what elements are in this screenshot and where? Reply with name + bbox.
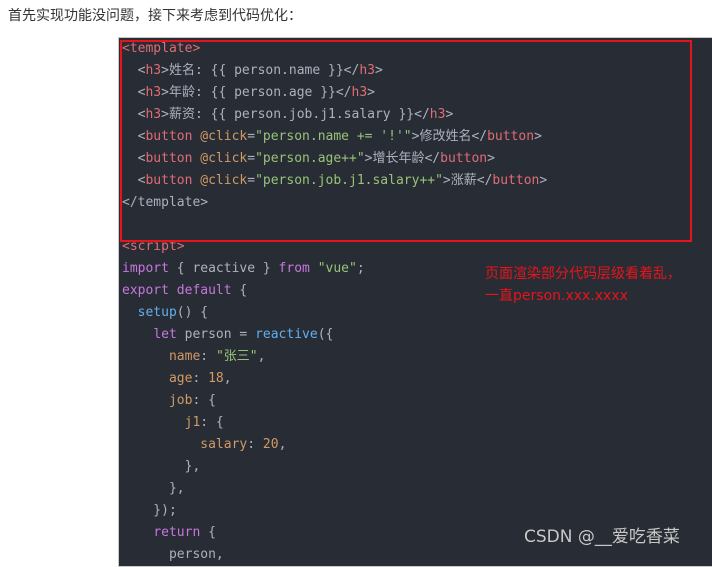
- code-token: ,: [278, 437, 287, 452]
- code-token: reactive: [255, 327, 318, 342]
- code-line: return {: [122, 522, 547, 544]
- code-token: ,: [257, 349, 266, 364]
- template-highlight-box: [120, 40, 692, 242]
- code-token: },: [122, 481, 185, 496]
- code-token: });: [122, 503, 177, 518]
- code-line: name: "张三",: [122, 346, 547, 368]
- code-token: ({: [317, 327, 334, 342]
- code-line: person,: [122, 544, 547, 566]
- code-line: import { reactive } from "vue";: [122, 258, 547, 280]
- code-token: : {: [200, 415, 224, 430]
- code-token: : {: [192, 393, 216, 408]
- code-token: salary: [200, 437, 248, 452]
- code-line: },: [122, 456, 547, 478]
- annotation-line-1: 页面渲染部分代码层级看着乱，: [485, 266, 681, 282]
- code-token: name: [168, 349, 201, 364]
- code-token: ;: [356, 261, 365, 276]
- code-token: },: [122, 459, 201, 474]
- intro-text: 首先实现功能没问题，接下来考虑到代码优化：: [8, 8, 302, 24]
- code-token: () {: [176, 305, 209, 320]
- code-line: job: {: [122, 390, 547, 412]
- code-line: age: 18,: [122, 368, 547, 390]
- code-token: "张三": [215, 349, 258, 364]
- code-token: default: [176, 283, 232, 298]
- code-line: j1: {: [122, 412, 547, 434]
- code-line: setup() {: [122, 302, 547, 324]
- code-token: import: [122, 261, 169, 276]
- code-token: let: [153, 327, 177, 342]
- code-token: job: [168, 393, 193, 408]
- code-token: j1: [184, 415, 201, 430]
- code-token: person,: [122, 547, 224, 562]
- code-token: person =: [176, 327, 256, 342]
- code-token: { reactive }: [168, 261, 279, 276]
- code-token: from: [278, 261, 310, 276]
- code-token: setup: [137, 305, 177, 320]
- code-token: {: [200, 525, 216, 540]
- code-token: ,: [223, 371, 232, 386]
- annotation-line-2: 一直person.xxx.xxxx: [485, 288, 628, 304]
- code-token: return: [153, 525, 201, 540]
- code-line: salary: 20,: [122, 434, 547, 456]
- code-token: 20: [262, 437, 279, 452]
- code-token: export: [122, 283, 169, 298]
- code-token: "vue": [317, 261, 357, 276]
- code-line: },: [122, 478, 547, 500]
- code-token: 18: [208, 371, 224, 386]
- code-line: });: [122, 500, 547, 522]
- csdn-watermark: CSDN @__爱吃香菜: [524, 527, 680, 547]
- annotation-note: 页面渲染部分代码层级看着乱， 一直person.xxx.xxxx: [485, 263, 681, 307]
- code-token: :: [192, 371, 209, 386]
- code-token: :: [247, 437, 263, 452]
- code-line: let person = reactive({: [122, 324, 547, 346]
- code-token: :: [200, 349, 216, 364]
- code-line: export default {: [122, 280, 547, 302]
- code-token: {: [231, 283, 248, 298]
- code-token: age: [168, 371, 193, 386]
